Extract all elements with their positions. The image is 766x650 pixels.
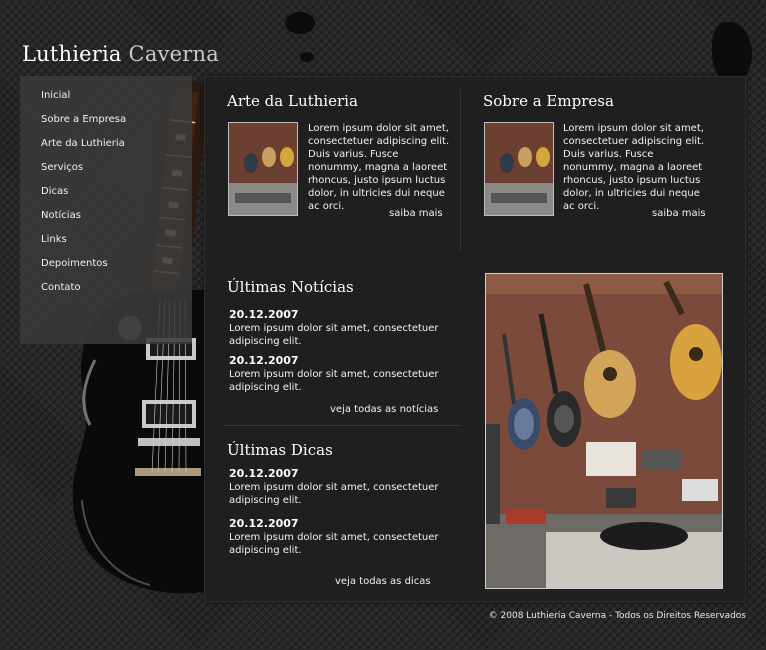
footer-copyright: © 2008 Luthieria Caverna - Todos os Dire… <box>488 611 746 621</box>
nav-item-depoimentos[interactable]: Depoimentos <box>41 252 192 276</box>
content-panel: Arte da Luthieria Lorem ipsum dolor sit … <box>204 76 746 602</box>
main-navigation: Inicial Sobre a Empresa Arte da Luthieri… <box>20 76 192 344</box>
nav-item-noticias[interactable]: Notícias <box>41 204 192 228</box>
sobre-more-link[interactable]: saiba mais <box>652 208 706 219</box>
tip-date: 20.12.2007 <box>229 467 299 480</box>
sobre-text: Lorem ipsum dolor sit amet, consectetuer… <box>563 123 705 212</box>
nav-item-arte-da-luthieria[interactable]: Arte da Luthieria <box>41 132 192 156</box>
nav-item-links[interactable]: Links <box>41 228 192 252</box>
nav-item-contato[interactable]: Contato <box>41 276 192 300</box>
tip-text: Lorem ipsum dolor sit amet, consectetuer… <box>229 482 439 506</box>
splatter-decoration <box>300 52 314 62</box>
news-date: 20.12.2007 <box>229 354 299 367</box>
news-date: 20.12.2007 <box>229 308 299 321</box>
workshop-photo-image <box>486 274 722 588</box>
nav-item-dicas[interactable]: Dicas <box>41 180 192 204</box>
section-divider <box>225 425 461 426</box>
news-text: Lorem ipsum dolor sit amet, consectetuer… <box>229 323 439 347</box>
nav-item-sobre-a-empresa[interactable]: Sobre a Empresa <box>41 108 192 132</box>
workshop-thumbnail-image <box>229 123 297 215</box>
dicas-section-title: Últimas Dicas <box>227 441 333 459</box>
nav-item-inicial[interactable]: Inicial <box>41 84 192 108</box>
sobre-thumbnail[interactable] <box>484 122 554 216</box>
splatter-decoration <box>285 12 315 34</box>
section-divider <box>460 89 461 251</box>
tip-date: 20.12.2007 <box>229 517 299 530</box>
nav-item-servicos[interactable]: Serviços <box>41 156 192 180</box>
arte-text: Lorem ipsum dolor sit amet, consectetuer… <box>308 123 450 212</box>
news-text: Lorem ipsum dolor sit amet, consectetuer… <box>229 369 439 393</box>
arte-thumbnail[interactable] <box>228 122 298 216</box>
all-tips-link[interactable]: veja todas as dicas <box>335 576 431 587</box>
workshop-thumbnail-image <box>485 123 553 215</box>
noticias-section-title: Últimas Notícias <box>227 278 354 296</box>
sobre-section-title: Sobre a Empresa <box>483 92 614 110</box>
splatter-decoration <box>712 22 752 82</box>
workshop-photo <box>485 273 723 589</box>
all-news-link[interactable]: veja todas as notícias <box>330 404 438 415</box>
arte-section-title: Arte da Luthieria <box>227 92 358 110</box>
arte-more-link[interactable]: saiba mais <box>389 208 443 219</box>
tip-text: Lorem ipsum dolor sit amet, consectetuer… <box>229 532 439 556</box>
